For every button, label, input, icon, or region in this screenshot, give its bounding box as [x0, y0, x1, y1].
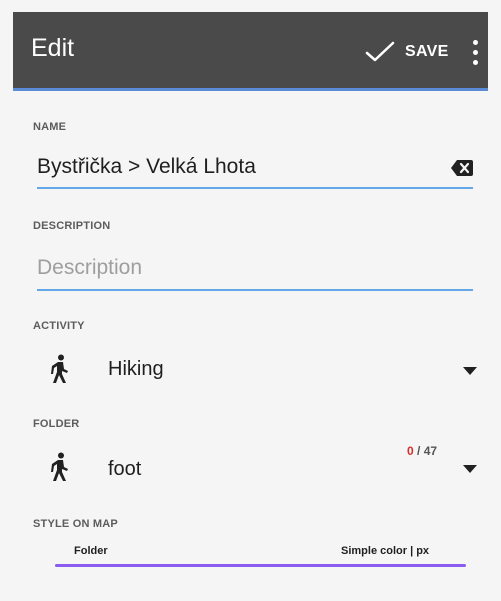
folder-count: 0 / 47	[407, 444, 437, 458]
app-bar: Edit SAVE	[13, 12, 488, 91]
folder-select[interactable]: foot	[108, 458, 141, 481]
page-title: Edit	[31, 34, 75, 62]
activity-label: ACTIVITY	[33, 320, 85, 332]
activity-select[interactable]: Hiking	[108, 358, 164, 381]
name-label: NAME	[33, 121, 67, 133]
clear-text-icon[interactable]	[451, 160, 473, 176]
style-type: Simple color | px	[341, 545, 430, 557]
name-input[interactable]: Bystřička > Velká Lhota	[37, 155, 256, 179]
hiking-icon	[51, 452, 68, 481]
chevron-down-icon[interactable]	[463, 465, 477, 473]
name-underline	[37, 187, 473, 189]
overflow-menu-icon[interactable]	[465, 36, 485, 68]
folder-count-current: 0	[407, 444, 414, 458]
folder-count-total: / 47	[417, 444, 438, 458]
folder-label: FOLDER	[33, 418, 80, 430]
check-icon	[365, 41, 395, 62]
chevron-down-icon[interactable]	[463, 367, 477, 375]
style-preview-line[interactable]	[55, 564, 466, 567]
hiking-icon	[51, 354, 68, 383]
description-underline	[37, 289, 473, 291]
style-source: Folder	[74, 545, 108, 557]
description-label: DESCRIPTION	[33, 220, 111, 232]
style-on-map-label: STYLE ON MAP	[33, 518, 118, 530]
save-label: SAVE	[405, 43, 449, 60]
save-button[interactable]: SAVE	[365, 34, 449, 70]
description-input[interactable]: Description	[37, 256, 142, 280]
